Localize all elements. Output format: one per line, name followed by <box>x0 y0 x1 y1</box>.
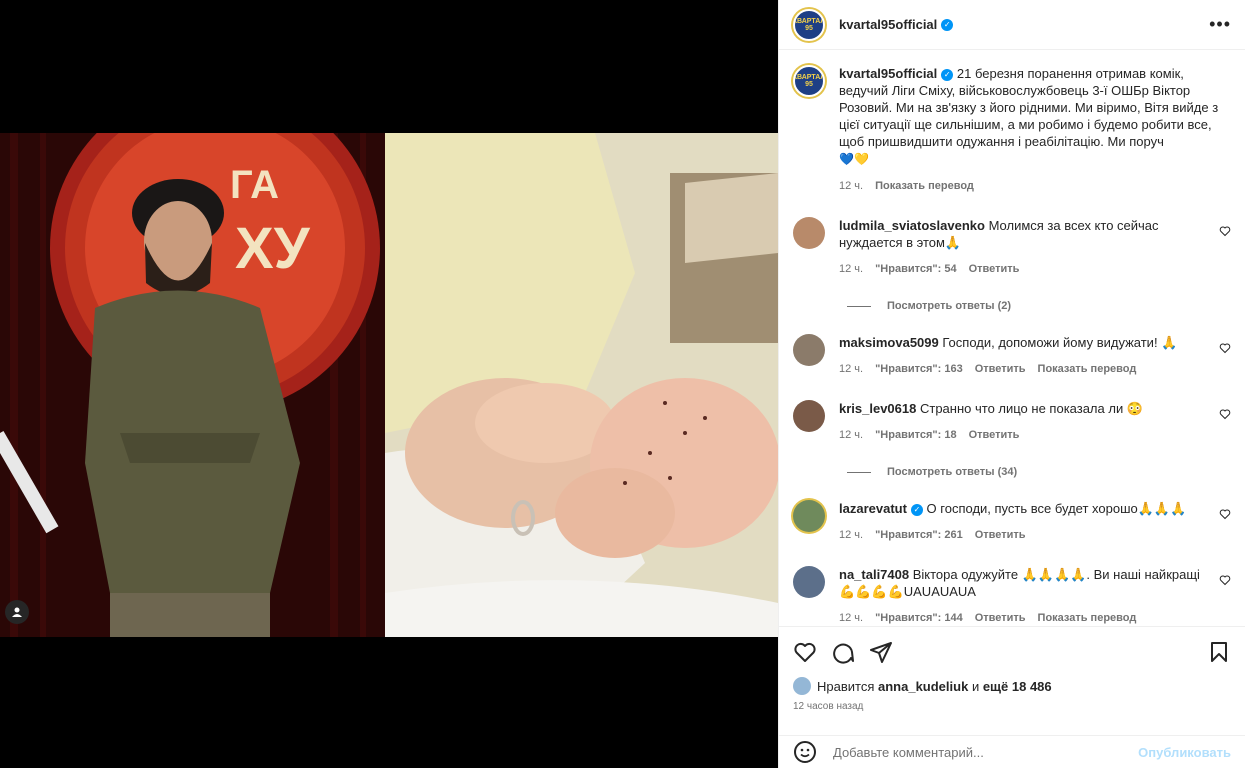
post-actions: Нравится anna_kudeliuk и ещё 18 486 12 ч… <box>779 626 1245 712</box>
liker-username[interactable]: anna_kudeliuk <box>878 679 968 694</box>
comment-item: kris_lev0618 Странно что лицо не показал… <box>793 400 1231 444</box>
view-replies-toggle[interactable]: Посмотреть ответы (34) <box>847 466 1231 478</box>
photo-man-on-stage: ГА ХУ <box>0 133 385 637</box>
reply-button[interactable]: Ответить <box>975 527 1026 544</box>
comment-likes[interactable]: "Нравится": 18 <box>875 427 956 444</box>
comments-list[interactable]: КВАРТАЛ 95 kvartal95official ✓ 21 березня… <box>779 51 1245 625</box>
author-avatar[interactable]: КВАРТАЛ 95 <box>793 8 825 41</box>
reply-button[interactable]: Ответить <box>969 261 1020 278</box>
verified-badge-icon: ✓ <box>941 18 954 31</box>
comment-item: lazarevatut ✓ О господи, пусть все будет … <box>793 500 1231 544</box>
caption-translate-link[interactable]: Показать перевод <box>875 178 974 195</box>
tagged-user-icon[interactable] <box>5 600 29 624</box>
post-caption: КВАРТАЛ 95 kvartal95official ✓ 21 березня… <box>793 65 1231 195</box>
comment-time[interactable]: 12 ч. <box>839 361 863 378</box>
publish-button[interactable]: Опубликовать <box>1138 745 1231 760</box>
add-comment-bar: Добавьте комментарий... Опубликовать <box>779 735 1245 768</box>
post-sidebar: КВАРТАЛ 95 kvartal95official ✓ ••• КВАРТ… <box>778 0 1245 768</box>
comment-likes[interactable]: "Нравится": 144 <box>875 610 963 625</box>
caption-emoji: 💙💛 <box>839 152 869 166</box>
comment-username[interactable]: ludmila_sviatoslavenko <box>839 218 985 233</box>
stage-illustration: ГА ХУ <box>0 133 385 637</box>
caption-author-avatar[interactable]: КВАРТАЛ 95 <box>793 65 825 97</box>
verified-badge-icon: ✓ <box>910 504 923 516</box>
more-options-icon[interactable]: ••• <box>1209 14 1231 35</box>
comment-time[interactable]: 12 ч. <box>839 261 863 278</box>
likes-prefix: Нравится <box>817 678 875 694</box>
like-comment-heart-icon[interactable] <box>1219 225 1231 237</box>
verified-badge-icon: ✓ <box>941 69 954 81</box>
comment-username[interactable]: maksimova5099 <box>839 335 939 350</box>
comment-time[interactable]: 12 ч. <box>839 427 863 444</box>
comment-text: Господи, допоможи йому видужати! 🙏 <box>942 335 1178 350</box>
comment-username[interactable]: kris_lev0618 <box>839 401 916 416</box>
like-comment-heart-icon[interactable] <box>1219 508 1231 520</box>
svg-text:ГА: ГА <box>230 163 279 207</box>
photo-holding-hands <box>385 133 778 637</box>
likes-count[interactable]: ещё 18 486 <box>983 679 1052 694</box>
comment-likes[interactable]: "Нравится": 54 <box>875 261 956 278</box>
brand-logo-text: КВАРТАЛ 95 <box>793 17 825 32</box>
hands-illustration <box>385 133 778 637</box>
comment-item: na_tali7408 Віктора одужуйте 🙏🙏🙏🙏. Ви на… <box>793 566 1231 625</box>
caption-username[interactable]: kvartal95official <box>839 66 937 81</box>
like-comment-heart-icon[interactable] <box>1219 574 1231 586</box>
reply-button[interactable]: Ответить <box>975 610 1026 625</box>
comment-item: maksimova5099 Господи, допоможи йому вид… <box>793 334 1231 378</box>
comment-input[interactable]: Добавьте комментарий... <box>833 745 984 760</box>
likes-and: и <box>971 678 980 694</box>
likes-summary[interactable]: Нравится anna_kudeliuk и ещё 18 486 <box>793 677 1231 695</box>
reply-button[interactable]: Ответить <box>975 361 1026 378</box>
post-header: КВАРТАЛ 95 kvartal95official ✓ ••• <box>779 0 1245 50</box>
view-replies-toggle[interactable]: Посмотреть ответы (2) <box>847 300 1231 312</box>
comment-likes[interactable]: "Нравится": 163 <box>875 361 963 378</box>
post-media[interactable]: ГА ХУ <box>0 0 778 768</box>
comment-username[interactable]: na_tali7408 <box>839 567 909 582</box>
comment-text: Странно что лицо не показала ли 😳 <box>919 401 1144 416</box>
post-time[interactable]: 12 часов назад <box>793 701 1231 712</box>
commenter-avatar[interactable] <box>793 217 825 249</box>
commenter-avatar[interactable] <box>793 400 825 432</box>
save-bookmark-icon[interactable] <box>1207 640 1231 664</box>
caption-time[interactable]: 12 ч. <box>839 178 863 195</box>
comment-time[interactable]: 12 ч. <box>839 610 863 625</box>
like-comment-heart-icon[interactable] <box>1219 342 1231 354</box>
comment-username[interactable]: lazarevatut <box>839 501 907 516</box>
comment-time[interactable]: 12 ч. <box>839 527 863 544</box>
commenter-avatar[interactable] <box>793 334 825 366</box>
like-heart-icon[interactable] <box>793 640 817 664</box>
share-send-icon[interactable] <box>869 640 893 664</box>
like-comment-heart-icon[interactable] <box>1219 408 1231 420</box>
commenter-avatar[interactable] <box>793 500 825 532</box>
comment-item: ludmila_sviatoslavenko Молимся за всех к… <box>793 217 1231 278</box>
author-username[interactable]: kvartal95official <box>839 17 937 32</box>
reply-button[interactable]: Ответить <box>969 427 1020 444</box>
commenter-avatar[interactable] <box>793 566 825 598</box>
comment-text: О господи, пусть все будет хорошо🙏🙏🙏 <box>926 501 1187 516</box>
comment-bubble-icon[interactable] <box>831 640 855 664</box>
comment-likes[interactable]: "Нравится": 261 <box>875 527 963 544</box>
translate-link[interactable]: Показать перевод <box>1038 610 1137 625</box>
translate-link[interactable]: Показать перевод <box>1038 361 1137 378</box>
instagram-post-modal: ГА ХУ КВАРТАЛ 95 kvartal95official ✓ •••… <box>0 0 1245 768</box>
svg-text:ХУ: ХУ <box>235 216 311 281</box>
liker-avatar[interactable] <box>793 677 811 695</box>
emoji-picker-icon[interactable] <box>793 740 817 764</box>
